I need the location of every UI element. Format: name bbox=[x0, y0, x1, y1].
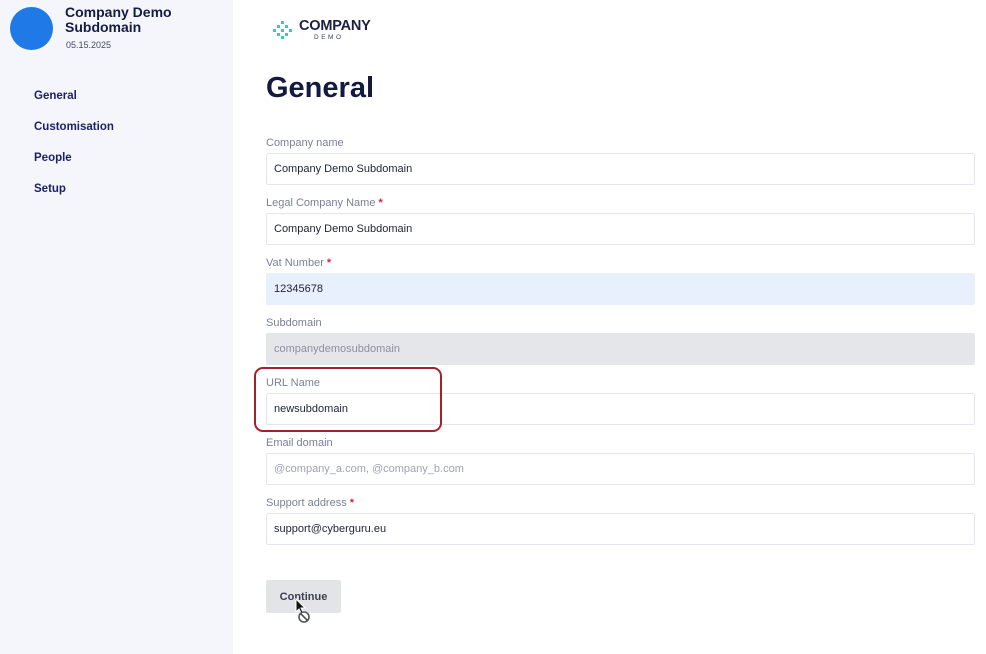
vat-number-input[interactable] bbox=[266, 273, 975, 305]
org-avatar bbox=[10, 7, 53, 50]
required-marker: * bbox=[378, 197, 383, 209]
support-address-field: Support address * bbox=[266, 496, 975, 545]
company-name-input[interactable] bbox=[266, 153, 975, 185]
legal-name-input[interactable] bbox=[266, 213, 975, 245]
required-marker: * bbox=[349, 497, 354, 509]
logo-word: COMPANY bbox=[299, 18, 371, 34]
sidebar-item-customisation[interactable]: Customisation bbox=[34, 121, 114, 152]
legal-name-field: Legal Company Name * bbox=[266, 196, 975, 245]
continue-button[interactable]: Continue bbox=[266, 580, 341, 613]
email-domain-field: Email domain bbox=[266, 436, 975, 485]
logo-subword: DEMO bbox=[314, 34, 344, 41]
company-name-field: Company name bbox=[266, 136, 975, 185]
required-marker: * bbox=[326, 257, 332, 269]
subdomain-label: Subdomain bbox=[266, 317, 322, 329]
vat-number-field: Vat Number * bbox=[266, 256, 975, 305]
subdomain-input bbox=[266, 333, 975, 365]
support-address-input[interactable] bbox=[266, 513, 975, 545]
sidebar: Company Demo Subdomain 05.15.2025 Genera… bbox=[0, 0, 233, 654]
legal-name-label: Legal Company Name * bbox=[266, 197, 383, 209]
org-date: 05.15.2025 bbox=[66, 40, 112, 50]
org-name: Company Demo Subdomain bbox=[65, 4, 172, 35]
vat-number-label: Vat Number * bbox=[266, 257, 332, 269]
sidebar-item-setup[interactable]: Setup bbox=[34, 183, 114, 214]
page-title: General bbox=[266, 72, 374, 104]
sidebar-item-general[interactable]: General bbox=[34, 90, 114, 121]
subdomain-field: Subdomain bbox=[266, 316, 975, 365]
url-name-field: URL Name bbox=[266, 376, 975, 425]
email-domain-input[interactable] bbox=[266, 453, 975, 485]
url-name-input[interactable] bbox=[266, 393, 975, 425]
url-name-label: URL Name bbox=[266, 377, 320, 389]
company-name-label: Company name bbox=[266, 137, 344, 149]
sidebar-nav: General Customisation People Setup bbox=[34, 90, 114, 214]
main-content: COMPANY DEMO General Company name Legal … bbox=[233, 0, 986, 654]
logo-mark-icon bbox=[273, 21, 292, 39]
sidebar-item-people[interactable]: People bbox=[34, 152, 114, 183]
support-address-label: Support address * bbox=[266, 497, 354, 509]
email-domain-label: Email domain bbox=[266, 437, 333, 449]
